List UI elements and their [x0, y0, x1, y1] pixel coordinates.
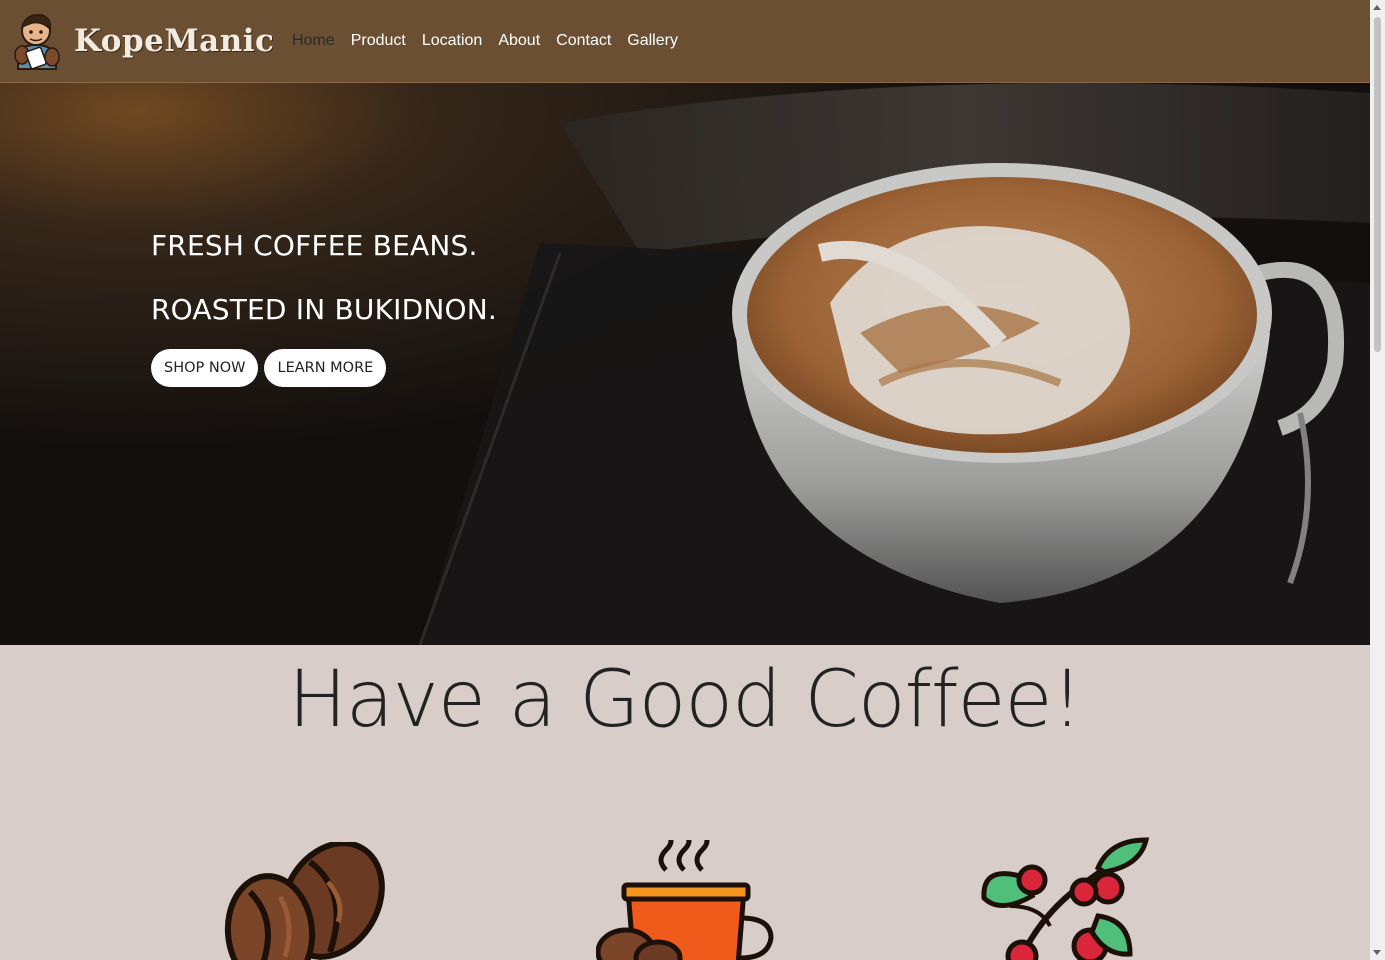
nav-contact[interactable]: Contact — [548, 30, 619, 52]
hero-headline-1: FRESH COFFEE BEANS. — [151, 229, 478, 262]
scroll-up-arrow-icon[interactable] — [1373, 5, 1381, 10]
barista-mascot-icon — [14, 14, 60, 70]
tagline-heading: Have a Good Coffee! — [288, 655, 1083, 745]
scrollbar-thumb[interactable] — [1374, 17, 1381, 352]
brand-name: KopeManic — [74, 23, 275, 59]
nav-product[interactable]: Product — [343, 30, 414, 52]
scroll-down-arrow-icon[interactable] — [1373, 950, 1381, 955]
nav-location[interactable]: Location — [414, 30, 491, 52]
nav-home[interactable]: Home — [284, 30, 343, 52]
hero-text: FRESH COFFEE BEANS. ROASTED IN BUKIDNON. — [151, 226, 497, 330]
hero-headline-2: ROASTED IN BUKIDNON. — [151, 293, 498, 326]
nav-about[interactable]: About — [490, 30, 548, 52]
coffee-beans-icon — [224, 842, 385, 960]
learn-more-button[interactable]: LEARN MORE — [264, 349, 387, 387]
vertical-scrollbar[interactable] — [1370, 0, 1385, 960]
brand[interactable]: KopeManic — [12, 10, 274, 72]
navbar: KopeManic Home Product Location About Co… — [0, 0, 1370, 83]
shop-now-button[interactable]: SHOP NOW — [151, 349, 259, 387]
hot-coffee-cup-icon — [596, 840, 774, 960]
hero-banner: FRESH COFFEE BEANS. ROASTED IN BUKIDNON.… — [0, 83, 1370, 645]
coffee-cherry-branch-icon — [981, 837, 1150, 960]
main-nav: Home Product Location About Contact Gall… — [284, 30, 686, 52]
nav-gallery[interactable]: Gallery — [619, 30, 686, 52]
hero-buttons: SHOP NOW LEARN MORE — [151, 349, 392, 387]
page: KopeManic Home Product Location About Co… — [0, 0, 1370, 960]
